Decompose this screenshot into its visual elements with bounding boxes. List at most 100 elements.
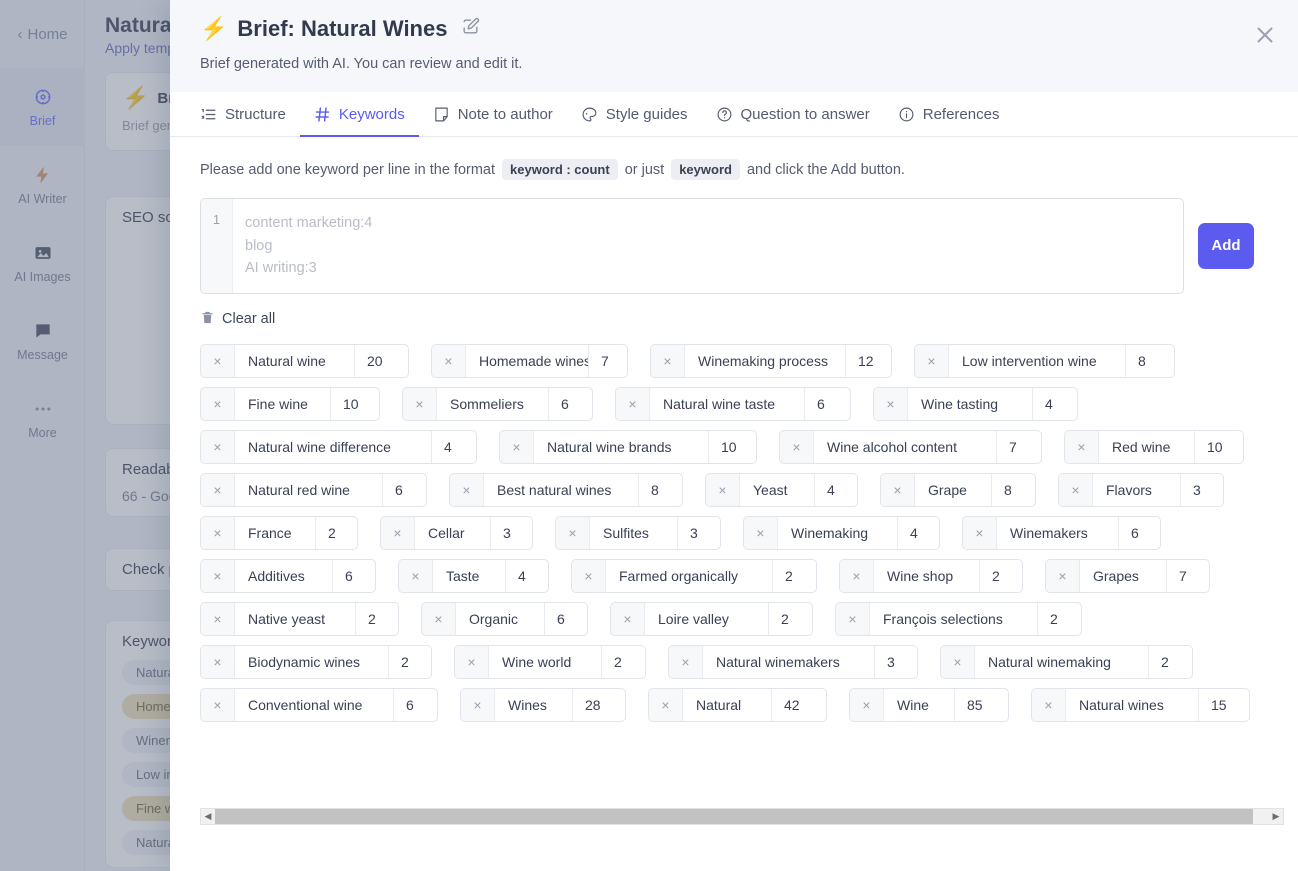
keyword-term-input[interactable]: Conventional wine [235, 689, 394, 721]
keyword-term-input[interactable]: Farmed organically [606, 560, 773, 592]
tab-question-to-answer[interactable]: Question to answer [702, 92, 884, 137]
keyword-term-input[interactable]: Natural red wine [235, 474, 383, 506]
keyword-count-input[interactable]: 12 [846, 345, 891, 377]
keyword-count-input[interactable]: 10 [331, 388, 379, 420]
remove-keyword-icon[interactable]: × [201, 689, 235, 721]
keyword-term-input[interactable]: Natural wine taste [650, 388, 805, 420]
keyword-count-input[interactable]: 4 [815, 474, 857, 506]
keyword-term-input[interactable]: Biodynamic wines [235, 646, 389, 678]
keyword-count-input[interactable]: 6 [394, 689, 437, 721]
keyword-count-input[interactable]: 6 [333, 560, 375, 592]
edit-pencil-icon[interactable] [461, 16, 480, 42]
keyword-count-input[interactable]: 2 [1038, 603, 1081, 635]
keyword-count-input[interactable]: 6 [383, 474, 426, 506]
keyword-count-input[interactable]: 3 [875, 646, 917, 678]
remove-keyword-icon[interactable]: × [201, 388, 235, 420]
remove-keyword-icon[interactable]: × [432, 345, 466, 377]
remove-keyword-icon[interactable]: × [881, 474, 915, 506]
keyword-term-input[interactable]: Loire valley [645, 603, 769, 635]
keyword-count-input[interactable]: 4 [898, 517, 939, 549]
remove-keyword-icon[interactable]: × [201, 560, 235, 592]
keyword-term-input[interactable]: Fine wine [235, 388, 331, 420]
keyword-term-input[interactable]: Winemakers [997, 517, 1119, 549]
keyword-count-input[interactable]: 4 [1033, 388, 1077, 420]
keyword-count-input[interactable]: 2 [389, 646, 431, 678]
remove-keyword-icon[interactable]: × [450, 474, 484, 506]
remove-keyword-icon[interactable]: × [572, 560, 606, 592]
keyword-term-input[interactable]: Sulfites [590, 517, 678, 549]
remove-keyword-icon[interactable]: × [201, 603, 235, 635]
keyword-term-input[interactable]: Wine world [489, 646, 602, 678]
remove-keyword-icon[interactable]: × [850, 689, 884, 721]
keyword-term-input[interactable]: Additives [235, 560, 333, 592]
keyword-term-input[interactable]: France [235, 517, 316, 549]
remove-keyword-icon[interactable]: × [941, 646, 975, 678]
scrollbar-thumb[interactable] [215, 809, 1253, 824]
remove-keyword-icon[interactable]: × [616, 388, 650, 420]
keyword-count-input[interactable]: 8 [992, 474, 1035, 506]
add-button[interactable]: Add [1198, 223, 1254, 269]
keyword-term-input[interactable]: Grape [915, 474, 992, 506]
keyword-count-input[interactable]: 6 [545, 603, 587, 635]
keyword-count-input[interactable]: 7 [589, 345, 627, 377]
keyword-count-input[interactable]: 2 [769, 603, 812, 635]
keyword-term-input[interactable]: Wines [495, 689, 573, 721]
remove-keyword-icon[interactable]: × [1046, 560, 1080, 592]
keyword-count-input[interactable]: 6 [549, 388, 592, 420]
keyword-count-input[interactable]: 8 [1126, 345, 1174, 377]
remove-keyword-icon[interactable]: × [1059, 474, 1093, 506]
remove-keyword-icon[interactable]: × [611, 603, 645, 635]
remove-keyword-icon[interactable]: × [500, 431, 534, 463]
keyword-term-input[interactable]: Natural winemakers [703, 646, 875, 678]
remove-keyword-icon[interactable]: × [706, 474, 740, 506]
remove-keyword-icon[interactable]: × [455, 646, 489, 678]
keyword-term-input[interactable]: Wine shop [874, 560, 980, 592]
keyword-term-input[interactable]: Yeast [740, 474, 815, 506]
scroll-left-arrow-icon[interactable]: ◀ [201, 811, 215, 822]
keyword-count-input[interactable]: 20 [355, 345, 408, 377]
close-icon[interactable] [1252, 22, 1278, 48]
remove-keyword-icon[interactable]: × [651, 345, 685, 377]
tab-style-guides[interactable]: Style guides [567, 92, 702, 137]
remove-keyword-icon[interactable]: × [1032, 689, 1066, 721]
keyword-textarea[interactable]: content marketing:4blogAI writing:3 [233, 199, 1183, 293]
remove-keyword-icon[interactable]: × [1065, 431, 1099, 463]
remove-keyword-icon[interactable]: × [744, 517, 778, 549]
remove-keyword-icon[interactable]: × [780, 431, 814, 463]
scroll-right-arrow-icon[interactable]: ▶ [1269, 811, 1283, 822]
keyword-count-input[interactable]: 42 [772, 689, 826, 721]
keyword-term-input[interactable]: Wine alcohol content [814, 431, 997, 463]
remove-keyword-icon[interactable]: × [840, 560, 874, 592]
tab-structure[interactable]: Structure [200, 92, 300, 137]
keyword-term-input[interactable]: Taste [433, 560, 506, 592]
keyword-count-input[interactable]: 3 [491, 517, 532, 549]
keyword-count-input[interactable]: 6 [1119, 517, 1160, 549]
remove-keyword-icon[interactable]: × [201, 517, 235, 549]
remove-keyword-icon[interactable]: × [874, 388, 908, 420]
keyword-term-input[interactable]: Cellar [415, 517, 491, 549]
keyword-term-input[interactable]: Natural wine [235, 345, 355, 377]
keyword-count-input[interactable]: 28 [573, 689, 625, 721]
keyword-count-input[interactable]: 2 [602, 646, 645, 678]
keyword-term-input[interactable]: Red wine [1099, 431, 1195, 463]
keyword-count-input[interactable]: 6 [805, 388, 850, 420]
remove-keyword-icon[interactable]: × [201, 474, 235, 506]
keyword-term-input[interactable]: Wine tasting [908, 388, 1033, 420]
keyword-count-input[interactable]: 8 [639, 474, 682, 506]
tab-references[interactable]: References [884, 92, 1014, 137]
remove-keyword-icon[interactable]: × [381, 517, 415, 549]
tab-note-to-author[interactable]: Note to author [419, 92, 567, 137]
keyword-term-input[interactable]: Winemaking process [685, 345, 846, 377]
keyword-count-input[interactable]: 2 [1149, 646, 1192, 678]
remove-keyword-icon[interactable]: × [201, 646, 235, 678]
keyword-term-input[interactable]: Natural wine brands [534, 431, 709, 463]
clear-all-button[interactable]: Clear all [200, 310, 275, 329]
keyword-term-input[interactable]: Natural [683, 689, 772, 721]
remove-keyword-icon[interactable]: × [836, 603, 870, 635]
keyword-term-input[interactable]: Grapes [1080, 560, 1167, 592]
remove-keyword-icon[interactable]: × [649, 689, 683, 721]
keyword-count-input[interactable]: 2 [773, 560, 816, 592]
keyword-term-input[interactable]: Flavors [1093, 474, 1181, 506]
remove-keyword-icon[interactable]: × [915, 345, 949, 377]
keyword-term-input[interactable]: Natural wines [1066, 689, 1199, 721]
